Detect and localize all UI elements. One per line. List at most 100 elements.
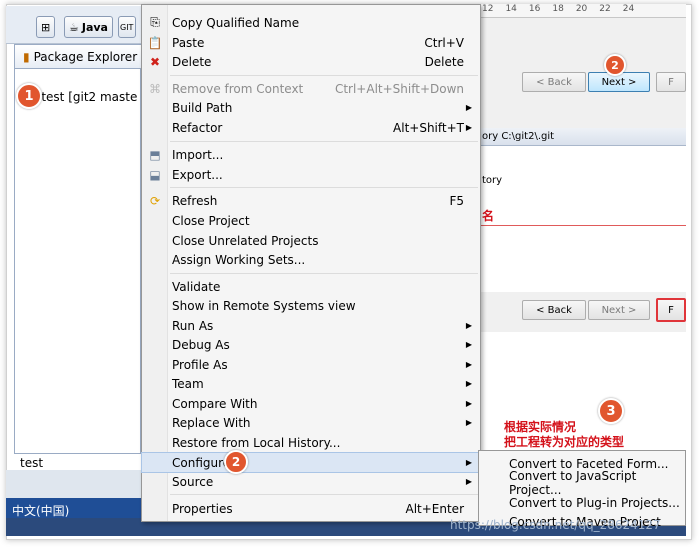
menu-item-paste[interactable]: 📋 Paste Ctrl+V [142, 33, 480, 52]
menu-item-profile-as[interactable]: Profile As ▶ [142, 355, 480, 374]
menu-item-refresh[interactable]: ⟳ Refresh F5 [142, 191, 480, 210]
menu-item-run-as[interactable]: Run As ▶ [142, 316, 480, 335]
menu-item-label: Team [172, 376, 204, 391]
package-explorer-tab[interactable]: ▮ Package Explorer [15, 45, 142, 69]
menu-item-compare-with[interactable]: Compare With ▶ [142, 394, 480, 413]
delete-icon: ✖ [149, 54, 161, 69]
wizard-content: tory 名 [478, 130, 686, 290]
menu-item-shortcut: Ctrl+Alt+Shift+Down [334, 81, 464, 96]
project-tree-item[interactable]: ▣ test [git2 maste [26, 90, 137, 104]
submenu-arrow-icon: ▶ [465, 321, 472, 330]
wizard-back-button[interactable]: < Back [522, 72, 586, 92]
menu-separator [170, 273, 478, 274]
ruler-tick: 14 [505, 4, 517, 14]
menu-item-team[interactable]: Team ▶ [142, 374, 480, 393]
menu-item-debug-as[interactable]: Debug As ▶ [142, 335, 480, 354]
submenu-arrow-icon: ▶ [465, 399, 472, 408]
wizard-back-button-2[interactable]: < Back [522, 300, 586, 320]
menu-item-label: Profile As [172, 357, 228, 372]
submenu-item-javascript[interactable]: Convert to JavaScript Project... [479, 469, 685, 497]
menu-item-label: Close Project [172, 213, 250, 228]
wizard-finish-button[interactable]: F [656, 72, 686, 92]
menu-item-label: Validate [172, 279, 221, 294]
menu-item-show-remote[interactable]: Show in Remote Systems view [142, 296, 480, 315]
import-icon: ⬒ [149, 147, 161, 162]
submenu-arrow-icon: ▶ [465, 123, 472, 132]
menu-item-close-project[interactable]: Close Project [142, 211, 480, 230]
package-explorer-icon: ▮ [23, 49, 30, 64]
package-explorer-tab-label: Package Explorer [33, 49, 138, 64]
menu-item-label: Copy Qualified Name [172, 15, 300, 30]
menu-item-shortcut: Alt+Shift+T [393, 120, 464, 135]
menu-item-label: Paste [172, 35, 205, 50]
menu-item-label: Build Path [172, 100, 233, 115]
menu-item-validate[interactable]: Validate [142, 277, 480, 296]
wizard-next-button-2[interactable]: Next > [588, 300, 650, 320]
submenu-arrow-icon: ▶ [465, 340, 472, 349]
menu-item-import[interactable]: ⬒ Import... [142, 145, 480, 164]
menu-item-remove-from-context[interactable]: ⌘ Remove from Context Ctrl+Alt+Shift+Dow… [142, 79, 480, 98]
menu-item-source[interactable]: Source ▶ [142, 472, 480, 491]
ruler-tick: 20 [575, 4, 588, 14]
menu-item-assign-working-sets[interactable]: Assign Working Sets... [142, 250, 480, 269]
menu-item-copy-qualified-name[interactable]: ⎘ Copy Qualified Name [142, 13, 480, 32]
ruler-tick: 16 [528, 4, 541, 14]
menu-item-label: Delete [172, 54, 212, 69]
menu-item-label: Export... [172, 167, 223, 182]
step-badge-2: 2 [604, 54, 626, 76]
java-icon: ☕ [69, 20, 79, 34]
menu-item-label: Configure [172, 455, 231, 470]
copy-icon: ⎘ [150, 15, 160, 29]
ruler-tick: 18 [552, 4, 564, 14]
menu-item-label: Run As [172, 318, 214, 333]
menu-item-restore-history[interactable]: Restore from Local History... [142, 433, 480, 452]
java-perspective-button[interactable]: ☕ Java [64, 16, 113, 38]
annotation-line-2: 把工程转为对应的类型 [504, 435, 625, 449]
menu-item-shortcut: Delete [424, 54, 464, 69]
perspective-icon: ⊞ [41, 20, 51, 34]
submenu-arrow-icon: ▶ [465, 458, 472, 467]
menu-separator [170, 494, 478, 495]
project-label: test [git2 maste [41, 90, 138, 104]
menu-item-label: Source [172, 474, 214, 489]
menu-separator [170, 75, 478, 76]
annotation-line-1: 根据实际情况 [504, 420, 577, 434]
annotation-text: 根据实际情况 把工程转为对应的类型 [504, 420, 624, 450]
menu-item-label: Refresh [172, 193, 218, 208]
submenu-arrow-icon: ▶ [465, 103, 472, 112]
submenu-arrow-icon: ▶ [465, 360, 472, 369]
menu-item-delete[interactable]: ✖ Delete Delete [142, 52, 480, 71]
java-perspective-label: Java [81, 20, 108, 34]
ruler-tick: 24 [622, 4, 635, 14]
refresh-icon: ⟳ [149, 193, 161, 208]
menu-separator [170, 187, 478, 188]
menu-item-export[interactable]: ⬓ Export... [142, 165, 480, 184]
step-badge-1: 1 [16, 83, 42, 109]
red-underline [478, 225, 686, 226]
menu-item-label: Import... [172, 147, 224, 162]
submenu-arrow-icon: ▶ [465, 418, 472, 427]
menu-item-shortcut: Alt+Enter [405, 501, 464, 516]
open-perspective-button[interactable]: ⊞ [36, 16, 56, 38]
menu-item-label: Show in Remote Systems view [172, 298, 356, 313]
menu-item-build-path[interactable]: Build Path ▶ [142, 98, 480, 117]
menu-item-label: Replace With [172, 415, 251, 430]
git-perspective-label: GIT [120, 22, 134, 32]
menu-item-close-unrelated[interactable]: Close Unrelated Projects [142, 231, 480, 250]
submenu-arrow-icon: ▶ [465, 477, 472, 486]
menu-item-refactor[interactable]: Refactor Alt+Shift+T ▶ [142, 118, 480, 137]
wizard-finish-button-2[interactable]: F [656, 298, 686, 322]
menu-item-configure[interactable]: Configure ▶ [141, 452, 481, 473]
menu-item-replace-with[interactable]: Replace With ▶ [142, 413, 480, 432]
menu-item-label: Close Unrelated Projects [172, 233, 319, 248]
menu-separator [170, 141, 478, 142]
menu-item-properties[interactable]: Properties Alt+Enter [142, 499, 480, 518]
git-perspective-button[interactable]: GIT [118, 16, 136, 38]
menu-item-label: Compare With [172, 396, 258, 411]
repo-path-label-2: tory [482, 175, 503, 186]
menu-item-label: Assign Working Sets... [172, 252, 306, 267]
context-menu: ⎘ Copy Qualified Name 📋 Paste Ctrl+V ✖ D… [141, 4, 481, 522]
submenu-item-plugin[interactable]: Convert to Plug-in Projects... [479, 493, 685, 512]
status-project-name: test [20, 456, 44, 470]
ruler-tick: 12 [482, 4, 494, 14]
